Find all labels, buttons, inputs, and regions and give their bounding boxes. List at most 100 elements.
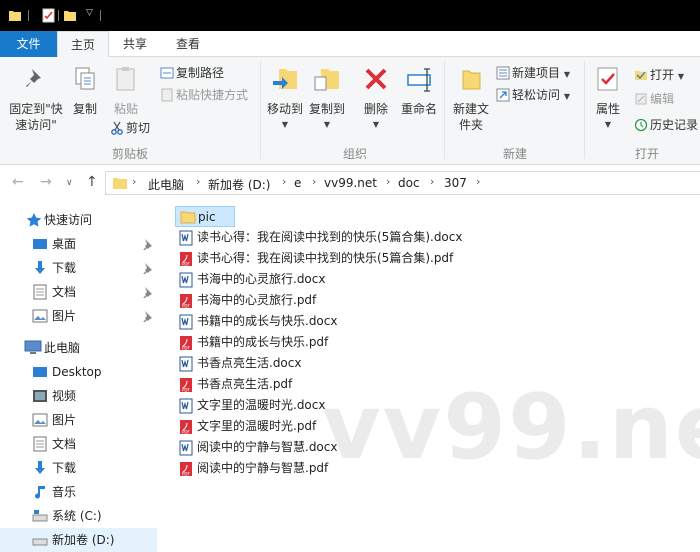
rename-label: 重命名 [400,102,437,116]
ribbon: 固定到"快速访问" 复制 粘贴 复制路径 粘贴快捷方式 剪切 剪贴板 移动到 ▼… [0,57,700,165]
chevron-right-icon[interactable]: › [476,175,480,188]
back-arrow-icon[interactable]: ← [12,174,24,190]
open-button[interactable]: 打开 ▼ [634,67,684,85]
history-button[interactable]: 历史记录 [634,117,698,135]
nav-music[interactable]: 音乐 [0,480,157,504]
copy-button[interactable]: 复制 [68,65,102,117]
chevron-right-icon[interactable]: › [196,175,200,188]
tab-share[interactable]: 共享 [110,31,160,57]
forward-arrow-icon[interactable]: → [40,174,52,190]
word-document-icon [179,230,193,246]
move-to-label: 移动到 [266,102,303,116]
chevron-right-icon[interactable]: › [430,175,434,188]
tab-view[interactable]: 查看 [162,31,214,57]
nav-pc-pictures[interactable]: 图片 [0,408,157,432]
paste-label: 粘贴 [113,102,138,116]
nav-pc-desktop[interactable]: Desktop [0,360,157,384]
paste-button: 粘贴 [108,65,144,117]
scissors-icon [111,121,123,135]
file-name: 书海中的心灵旅行.pdf [197,293,317,307]
new-item-icon [496,66,510,80]
nav-pc-downloads[interactable]: 下载 [0,456,157,480]
nav-pc-documents[interactable]: 文档 [0,432,157,456]
breadcrumb-item[interactable]: e [294,176,301,190]
file-name: 文字里的温暖时光.pdf [197,419,317,433]
nav-drive-d[interactable]: 新加卷 (D:) [0,528,157,552]
delete-button[interactable]: 删除 ▼ [358,65,394,133]
file-icon: PDF [179,461,193,484]
watermark: vv99.net [322,375,700,480]
file-name: 读书心得：我在阅读中找到的快乐(5篇合集).docx [197,230,463,244]
address-input[interactable]: › 此电脑 › 新加卷 (D:) › e › vv99.net › doc › … [105,171,700,195]
nav-documents[interactable]: 文档 [0,280,157,304]
breadcrumb-item[interactable]: doc [398,176,420,190]
chevron-down-icon[interactable]: ∨ [66,178,73,188]
nav-label: 文档 [52,285,77,299]
new-item-label: 新建项目 [512,66,561,80]
pin-icon[interactable] [141,286,153,298]
nav-desktop[interactable]: 桌面 [0,232,157,256]
word-document-icon [179,356,193,372]
nav-drive-c[interactable]: 系统 (C:) [0,504,157,528]
chevron-down-icon[interactable]: ▽ [86,8,93,18]
easy-access-icon [496,88,510,102]
pdf-document-icon: PDF [180,336,192,351]
chevron-right-icon[interactable]: › [386,175,390,188]
copy-path-icon [160,67,174,79]
nav-pictures[interactable]: 图片 [0,304,157,328]
file-name: 读书心得：我在阅读中找到的快乐(5篇合集).pdf [197,251,454,265]
divider [28,10,29,21]
pictures-icon [32,309,48,323]
easy-access-button[interactable]: 轻松访问 ▼ [496,87,570,105]
file-icon: PDF [179,251,193,274]
pictures-icon [32,413,48,427]
copy-path-button[interactable]: 复制路径 [160,65,224,83]
copy-to-button[interactable]: 复制到 ▼ [306,65,348,133]
copy-icon [75,67,95,90]
folder-item[interactable]: pic [175,206,235,227]
download-icon [35,261,45,274]
move-to-button[interactable]: 移动到 ▼ [264,65,306,133]
nav-quick-access[interactable]: 快速访问 [0,208,157,232]
up-arrow-icon[interactable]: ↑ [86,174,98,190]
file-icon: PDF [179,419,193,442]
breadcrumb-item[interactable]: 此电脑 [148,176,184,193]
breadcrumb-item[interactable]: 新加卷 (D:) [208,176,270,193]
pin-icon[interactable] [141,238,153,250]
pin-icon[interactable] [141,262,153,274]
breadcrumb-item[interactable]: 307 [444,176,467,190]
properties-button[interactable]: 属性 ▼ [590,65,626,133]
nav-label: 文档 [52,437,77,451]
pin-quick-access-button[interactable]: 固定到"快速访问" [4,65,68,133]
copy-label: 复制 [72,102,97,116]
chevron-down-icon: ▼ [677,72,684,81]
file-icon [179,440,193,463]
new-folder-icon[interactable] [63,7,77,23]
chevron-down-icon: ▼ [323,120,331,129]
drive-icon [32,510,48,522]
edit-label: 编辑 [650,92,675,106]
chevron-right-icon[interactable]: › [132,175,136,188]
pin-icon [26,69,41,87]
breadcrumb-item[interactable]: vv99.net [324,176,377,190]
file-icon [180,210,196,231]
cut-button[interactable]: 剪切 [110,120,150,138]
documents-icon [33,436,47,452]
properties-icon[interactable] [42,7,56,23]
pin-icon[interactable] [141,310,153,322]
copy-to-icon [314,69,339,91]
nav-label: 下载 [52,461,77,475]
word-document-icon [179,272,193,288]
nav-downloads[interactable]: 下载 [0,256,157,280]
tab-file[interactable]: 文件 [0,31,57,57]
tab-home[interactable]: 主页 [57,31,109,58]
rename-button[interactable]: 重命名 [398,65,440,117]
nav-this-pc[interactable]: 此电脑 [0,336,157,360]
new-item-button[interactable]: 新建项目 ▼ [496,65,570,83]
open-label: 打开 [650,68,675,82]
chevron-right-icon[interactable]: › [282,175,286,188]
nav-videos[interactable]: 视频 [0,384,157,408]
chevron-down-icon: ▼ [563,70,570,79]
chevron-right-icon[interactable]: › [312,175,316,188]
new-folder-button[interactable]: 新建文件夹 [450,65,492,133]
